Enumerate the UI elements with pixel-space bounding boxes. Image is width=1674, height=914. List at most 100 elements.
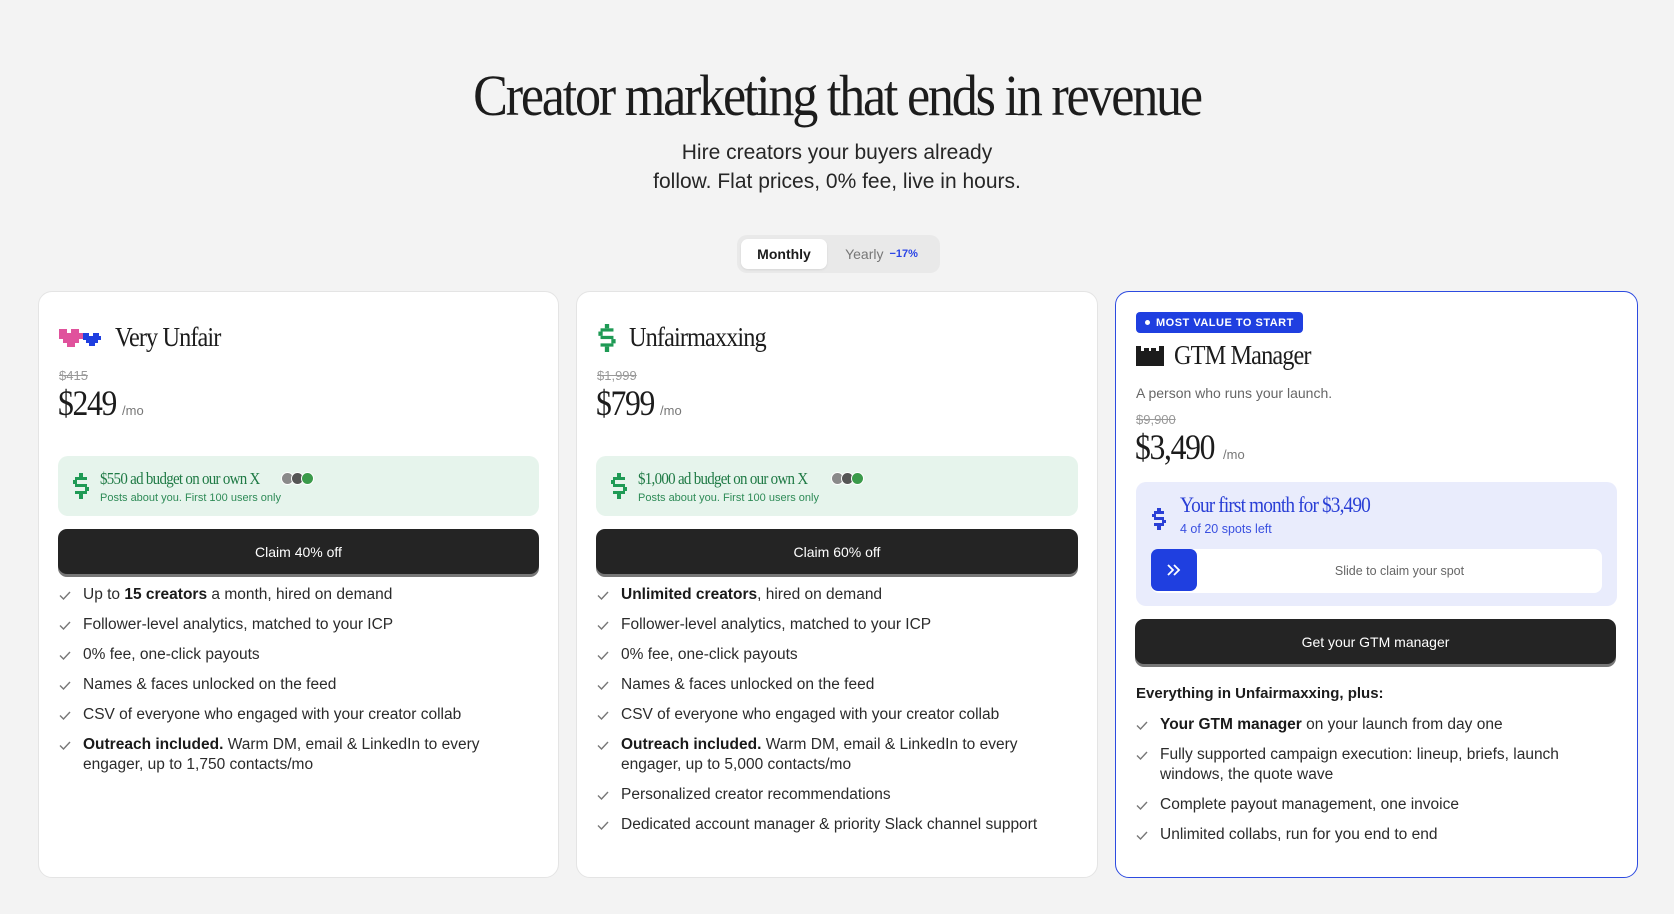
check-icon: [1136, 831, 1148, 840]
yearly-discount-badge: −17%: [889, 248, 918, 260]
check-icon: [597, 741, 609, 750]
offer-title: Your first month for $3,490: [1180, 492, 1371, 517]
ad-budget-box: $1,000 ad budget on our own X Posts abou…: [596, 456, 1078, 516]
feature-list: Up to 15 creators a month, hired on dema…: [59, 585, 537, 775]
page-title: Creator marketing that ends in revenue: [473, 63, 1203, 128]
old-price: $9,900: [1136, 412, 1176, 427]
claim-discount-button[interactable]: Claim 60% off: [596, 529, 1078, 574]
get-gtm-manager-button[interactable]: Get your GTM manager: [1135, 619, 1616, 664]
ad-budget-title: $550 ad budget on our own X: [100, 468, 260, 488]
check-icon: [59, 741, 71, 750]
list-item: Your GTM manager on your launch from day…: [1136, 715, 1606, 735]
price-period: /mo: [1223, 447, 1245, 462]
ad-budget-subtext: Posts about you. First 100 users only: [638, 491, 819, 504]
list-item: 0% fee, one-click payouts: [597, 645, 1077, 665]
plan-tagline: A person who runs your launch.: [1136, 385, 1333, 401]
check-icon: [59, 711, 71, 720]
first-month-offer-box: Your first month for $3,490 4 of 20 spot…: [1136, 482, 1617, 606]
dollar-icon: [73, 473, 89, 499]
check-icon: [597, 681, 609, 690]
list-item: Dedicated account manager & priority Sla…: [597, 815, 1077, 835]
list-item: Names & faces unlocked on the feed: [59, 675, 537, 695]
price: $249 /mo: [58, 382, 144, 424]
list-item: Unlimited collabs, run for you end to en…: [1136, 825, 1606, 845]
check-icon: [597, 621, 609, 630]
avatar-group: [277, 472, 315, 485]
plan-card-very-unfair: Very Unfair $415 $249 /mo $550 ad budget…: [38, 291, 559, 878]
check-icon: [597, 791, 609, 800]
avatar-group: [827, 472, 864, 485]
list-item: Outreach included. Warm DM, email & Link…: [59, 735, 537, 775]
check-icon: [59, 681, 71, 690]
price-amount: $799: [596, 383, 655, 423]
list-item: Personalized creator recommendations: [597, 785, 1077, 805]
avatar: [850, 472, 864, 485]
monthly-toggle-option[interactable]: Monthly: [741, 239, 827, 269]
check-icon: [597, 591, 609, 600]
price-period: /mo: [122, 403, 144, 418]
billing-toggle: Monthly Yearly −17%: [737, 235, 940, 273]
check-icon: [1136, 751, 1148, 760]
ad-budget-subtext: Posts about you. First 100 users only: [100, 491, 281, 504]
dollar-icon: [1152, 508, 1166, 530]
plan-card-gtm-manager: MOST VALUE TO START GTM Manager A person…: [1115, 291, 1638, 878]
feature-list: Your GTM manager on your launch from day…: [1136, 715, 1606, 845]
plan-header: Unfairmaxxing: [597, 322, 781, 353]
dollar-icon: [611, 473, 627, 499]
price-period: /mo: [660, 403, 682, 418]
check-icon: [59, 621, 71, 630]
ad-budget-text: $550 ad budget on our own X Posts about …: [100, 468, 315, 504]
plan-header: Very Unfair: [59, 322, 232, 353]
price: $3,490 /mo: [1135, 426, 1245, 468]
list-item: Outreach included. Warm DM, email & Link…: [597, 735, 1077, 775]
slider-handle[interactable]: [1151, 549, 1197, 591]
check-icon: [597, 651, 609, 660]
most-value-badge: MOST VALUE TO START: [1136, 312, 1303, 333]
list-item: Unlimited creators, hired on demand: [597, 585, 1077, 605]
list-item: Follower-level analytics, matched to you…: [597, 615, 1077, 635]
subtitle-line-2: follow. Flat prices, 0% fee, live in hou…: [653, 170, 1021, 193]
check-icon: [597, 821, 609, 830]
list-item: CSV of everyone who engaged with your cr…: [59, 705, 537, 725]
price: $799 /mo: [596, 382, 682, 424]
check-icon: [597, 711, 609, 720]
plan-header: GTM Manager: [1136, 340, 1326, 371]
dollar-icon: [598, 323, 616, 352]
list-item: Fully supported campaign execution: line…: [1136, 745, 1606, 785]
price-amount: $249: [58, 383, 117, 423]
claim-discount-button[interactable]: Claim 40% off: [58, 529, 539, 574]
old-price: $415: [59, 368, 88, 383]
check-icon: [1136, 801, 1148, 810]
ad-budget-text: $1,000 ad budget on our own X Posts abou…: [638, 469, 864, 504]
check-icon: [1136, 721, 1148, 730]
list-item: Names & faces unlocked on the feed: [597, 675, 1077, 695]
check-icon: [59, 651, 71, 660]
plan-name: Very Unfair: [115, 322, 221, 352]
pixel-hearts-icon: [59, 328, 101, 347]
badge-dot-icon: [1145, 320, 1150, 325]
old-price: $1,999: [597, 368, 637, 383]
list-item: Follower-level analytics, matched to you…: [59, 615, 537, 635]
plan-name: Unfairmaxxing: [629, 322, 767, 352]
page-subtitle: Hire creators your buyers already follow…: [0, 138, 1674, 196]
ad-budget-title: $1,000 ad budget on our own X: [638, 468, 808, 488]
castle-icon: [1136, 345, 1164, 366]
claim-spot-slider[interactable]: Slide to claim your spot: [1151, 549, 1602, 593]
list-item: Complete payout management, one invoice: [1136, 795, 1606, 815]
yearly-label: Yearly: [845, 246, 884, 262]
list-item: Up to 15 creators a month, hired on dema…: [59, 585, 537, 605]
price-amount: $3,490: [1135, 427, 1216, 467]
plus-heading: Everything in Unfairmaxxing, plus:: [1136, 685, 1384, 702]
slider-label: Slide to claim your spot: [1334, 564, 1465, 578]
list-item: 0% fee, one-click payouts: [59, 645, 537, 665]
plan-card-unfairmaxxing: Unfairmaxxing $1,999 $799 /mo $1,000 ad …: [576, 291, 1098, 878]
avatar: [301, 472, 315, 485]
double-chevron-right-icon: [1167, 564, 1181, 576]
feature-list: Unlimited creators, hired on demand Foll…: [597, 585, 1077, 835]
plan-name: GTM Manager: [1174, 340, 1311, 370]
spots-left-text: 4 of 20 spots left: [1180, 522, 1272, 536]
list-item: CSV of everyone who engaged with your cr…: [597, 705, 1077, 725]
yearly-toggle-option[interactable]: Yearly −17%: [827, 239, 936, 269]
ad-budget-box: $550 ad budget on our own X Posts about …: [58, 456, 539, 516]
subtitle-line-1: Hire creators your buyers already: [681, 141, 993, 164]
